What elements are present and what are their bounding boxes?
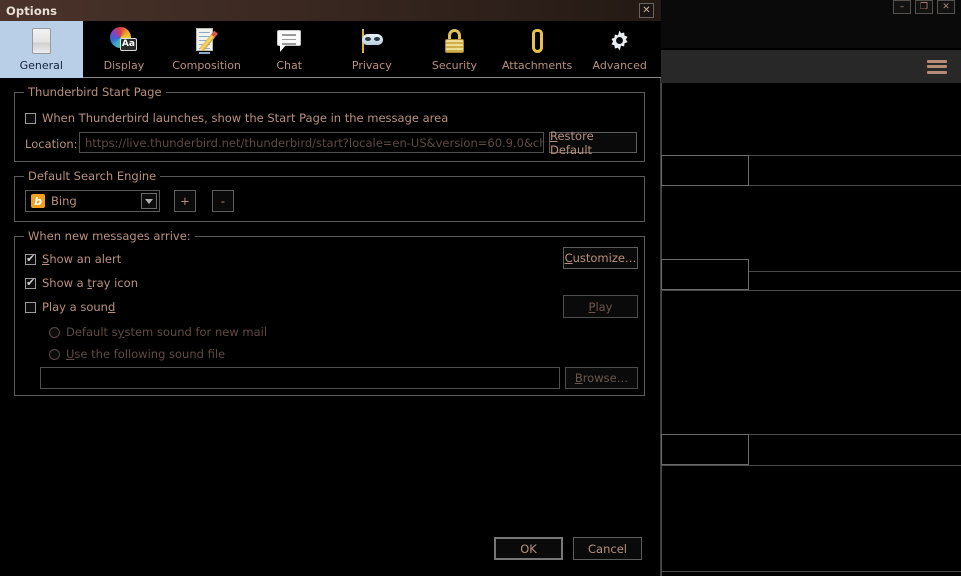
tab-attachments-label: Attachments bbox=[501, 59, 573, 72]
browse-label: Browse… bbox=[574, 371, 629, 385]
cancel-button[interactable]: Cancel bbox=[573, 537, 642, 560]
sound-file-radio[interactable] bbox=[49, 348, 60, 360]
start-page-checkbox-row[interactable]: When Thunderbird launches, show the Star… bbox=[25, 111, 448, 125]
background-divider-6 bbox=[661, 465, 961, 466]
composition-icon bbox=[192, 26, 222, 56]
tab-privacy-label: Privacy bbox=[351, 59, 392, 72]
play-sound-checkbox[interactable] bbox=[25, 301, 36, 313]
background-panel-3 bbox=[661, 434, 749, 465]
dialog-title: Options bbox=[6, 3, 58, 18]
default-sound-label: Default system sound for new mail bbox=[66, 325, 268, 339]
tab-privacy[interactable]: Privacy bbox=[331, 21, 414, 78]
background-divider-7 bbox=[661, 571, 961, 572]
tab-security-label: Security bbox=[431, 59, 478, 72]
play-button[interactable]: Play bbox=[563, 295, 638, 318]
tab-display[interactable]: Aa Display bbox=[83, 21, 166, 78]
restore-default-button[interactable]: Restore Default bbox=[549, 129, 637, 157]
browse-button[interactable]: Browse… bbox=[565, 367, 638, 389]
background-divider-4 bbox=[661, 290, 961, 291]
tab-security[interactable]: Security bbox=[413, 21, 496, 78]
show-alert-label: Show an alert bbox=[42, 252, 122, 266]
tab-general-label: General bbox=[19, 59, 63, 72]
window-controls: – ❐ ✕ bbox=[893, 0, 955, 14]
minimize-icon[interactable]: – bbox=[893, 0, 911, 14]
chevron-down-icon[interactable] bbox=[141, 193, 157, 209]
tab-chat[interactable]: Chat bbox=[248, 21, 331, 78]
gear-icon bbox=[605, 26, 635, 56]
ok-button[interactable]: OK bbox=[494, 537, 563, 560]
location-input[interactable]: https://live.thunderbird.net/thunderbird… bbox=[79, 132, 544, 153]
tab-attachments[interactable]: Attachments bbox=[496, 21, 579, 78]
options-dialog: Options ✕ General Aa Display Composition bbox=[0, 0, 661, 576]
show-tray-icon-label: Show a tray icon bbox=[42, 276, 138, 290]
show-tray-icon-checkbox[interactable] bbox=[25, 276, 36, 289]
search-engine-dropdown[interactable]: b Bing bbox=[25, 190, 160, 212]
show-tray-icon-checkbox-row[interactable]: Show a tray icon bbox=[25, 276, 138, 290]
sound-file-input[interactable] bbox=[40, 367, 560, 389]
bing-icon: b bbox=[31, 194, 45, 208]
close-icon[interactable]: ✕ bbox=[937, 0, 955, 14]
play-label: Play bbox=[588, 299, 613, 314]
start-page-group-title: Thunderbird Start Page bbox=[24, 85, 166, 99]
background-panel-2 bbox=[661, 259, 749, 290]
restore-default-label: Restore Default bbox=[550, 128, 594, 157]
background-titlebar: – ❐ ✕ bbox=[661, 0, 961, 48]
privacy-mask-icon bbox=[357, 26, 387, 56]
location-label: Location: bbox=[25, 137, 78, 151]
add-search-engine-button[interactable]: + bbox=[174, 190, 196, 212]
search-engine-group-title: Default Search Engine bbox=[24, 169, 161, 183]
sound-file-radio-row[interactable]: Use the following sound file bbox=[49, 347, 225, 361]
show-alert-checkbox[interactable] bbox=[25, 252, 36, 265]
start-page-checkbox-label: When Thunderbird launches, show the Star… bbox=[42, 111, 449, 125]
start-page-checkbox[interactable] bbox=[25, 112, 36, 124]
tab-chat-label: Chat bbox=[276, 59, 303, 72]
default-sound-radio[interactable] bbox=[49, 326, 60, 338]
new-messages-group-title: When new messages arrive: bbox=[24, 229, 195, 243]
padlock-icon bbox=[439, 26, 469, 56]
dialog-close-icon[interactable]: ✕ bbox=[639, 3, 654, 18]
background-toolbar bbox=[661, 50, 961, 83]
tab-advanced-label: Advanced bbox=[592, 59, 647, 72]
tab-display-label: Display bbox=[103, 59, 145, 72]
play-sound-checkbox-row[interactable]: Play a sound bbox=[25, 300, 115, 314]
tab-composition[interactable]: Composition bbox=[165, 21, 248, 78]
options-tab-strip: General Aa Display Composition Chat Priv… bbox=[0, 21, 661, 78]
customize-label: Customize… bbox=[564, 251, 637, 265]
tab-advanced[interactable]: Advanced bbox=[578, 21, 661, 78]
maximize-icon[interactable]: ❐ bbox=[915, 0, 933, 14]
tab-general[interactable]: General bbox=[0, 21, 83, 78]
display-icon: Aa bbox=[109, 26, 139, 56]
default-sound-radio-row[interactable]: Default system sound for new mail bbox=[49, 325, 267, 339]
paperclip-icon bbox=[522, 26, 552, 56]
show-alert-checkbox-row[interactable]: Show an alert bbox=[25, 252, 121, 266]
remove-search-engine-button[interactable]: - bbox=[212, 190, 234, 212]
tab-composition-label: Composition bbox=[172, 59, 241, 72]
screen: – ❐ ✕ Options ✕ General Aa Display Compo… bbox=[0, 0, 961, 576]
customize-button[interactable]: Customize… bbox=[563, 247, 638, 269]
background-panel-1 bbox=[661, 155, 749, 186]
hamburger-menu-icon[interactable] bbox=[927, 59, 947, 74]
chat-icon bbox=[274, 26, 304, 56]
general-icon bbox=[26, 26, 56, 56]
play-sound-label: Play a sound bbox=[42, 300, 116, 314]
search-engine-selected: Bing bbox=[51, 194, 77, 208]
dialog-titlebar: Options bbox=[0, 0, 661, 21]
sound-file-label: Use the following sound file bbox=[66, 347, 226, 361]
